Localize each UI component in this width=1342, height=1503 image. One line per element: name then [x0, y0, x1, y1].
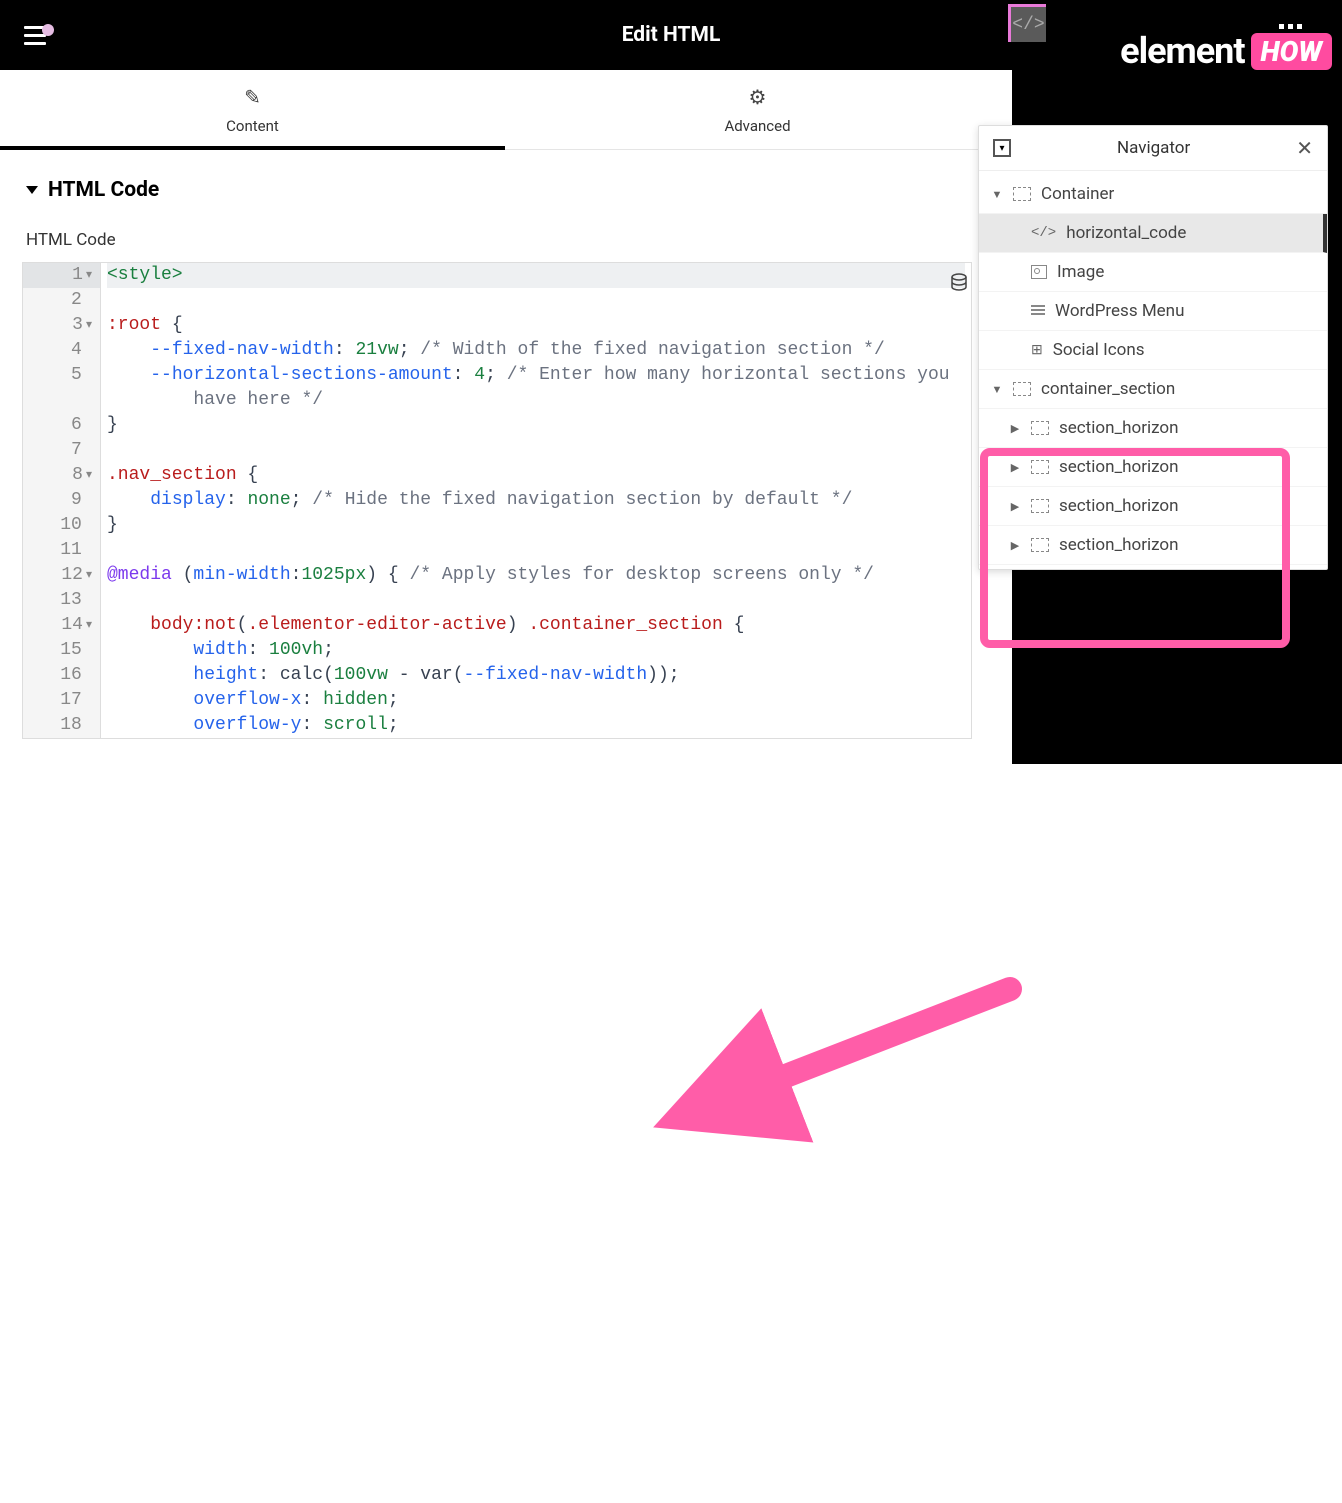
- navigator-item-label: WordPress Menu: [1055, 301, 1184, 321]
- gear-icon: ⚙: [749, 85, 767, 109]
- navigator-title: Navigator: [1011, 138, 1296, 158]
- navigator-item[interactable]: ▶ section_horizon: [979, 487, 1327, 526]
- expand-toggle-icon[interactable]: ▼: [991, 383, 1003, 396]
- navigator-item-label: section_horizon: [1059, 496, 1178, 516]
- navigator-item-label: Social Icons: [1053, 340, 1145, 360]
- navigator-item[interactable]: Image: [979, 253, 1327, 292]
- navigator-item-label: section_horizon: [1059, 535, 1178, 555]
- code-editor[interactable]: 1▾2 3▾4 5 6 7 8▾9 10 11 12▾13 14▾15 16 1…: [22, 262, 972, 739]
- navigator-item-label: Container: [1041, 184, 1114, 204]
- expand-toggle-icon[interactable]: ▶: [1009, 461, 1021, 474]
- collapse-all-button[interactable]: ▾: [993, 139, 1011, 157]
- menu-icon: [1031, 305, 1045, 317]
- tab-content-label: Content: [226, 117, 279, 135]
- expand-toggle-icon[interactable]: ▶: [1009, 422, 1021, 435]
- container-icon: [1031, 538, 1049, 552]
- expand-toggle-icon[interactable]: ▶: [1009, 539, 1021, 552]
- expand-toggle-icon[interactable]: ▶: [1009, 500, 1021, 513]
- line-number-gutter: 1▾2 3▾4 5 6 7 8▾9 10 11 12▾13 14▾15 16 1…: [23, 263, 101, 738]
- tab-advanced[interactable]: ⚙ Advanced: [505, 70, 1010, 149]
- container-icon: [1031, 460, 1049, 474]
- pencil-icon: ✎: [244, 85, 261, 109]
- annotation-arrow: [0, 739, 1342, 1503]
- code-icon: </>: [1008, 4, 1046, 42]
- panel-title: Edit HTML: [622, 23, 721, 47]
- tab-content[interactable]: ✎ Content: [0, 70, 505, 149]
- navigator-item[interactable]: ▶ section_horizon: [979, 448, 1327, 487]
- logo-text-how: HOW: [1251, 33, 1332, 70]
- notification-dot-icon: [42, 24, 54, 36]
- container-icon: [1031, 499, 1049, 513]
- container-icon: [1013, 187, 1031, 201]
- navigator-tree: ▼ Container </> horizontal_code Image WordPre…: [979, 171, 1327, 569]
- navigator-item-label: container_section: [1041, 379, 1175, 399]
- caret-down-icon: [26, 186, 38, 194]
- hamburger-menu-button[interactable]: [0, 26, 70, 45]
- code-icon: </>: [1031, 225, 1056, 241]
- editor-tabs: ✎ Content ⚙ Advanced: [0, 70, 1010, 150]
- expand-toggle-icon[interactable]: ▼: [991, 188, 1003, 201]
- navigator-item[interactable]: ⊞ Social Icons: [979, 331, 1327, 370]
- navigator-panel: ▾ Navigator ✕ ▼ Container </> horizontal_co…: [978, 125, 1328, 570]
- navigator-item-label: horizontal_code: [1066, 223, 1186, 243]
- brand-logo: element HOW: [1120, 30, 1332, 72]
- container-icon: [1013, 382, 1031, 396]
- navigator-item[interactable]: ▼ Container: [979, 175, 1327, 214]
- section-title: HTML Code: [48, 178, 159, 202]
- navigator-item[interactable]: </> horizontal_code: [979, 214, 1327, 253]
- navigator-item[interactable]: ▶ section_horizon: [979, 409, 1327, 448]
- navigator-item-label: Image: [1057, 262, 1104, 282]
- navigator-header: ▾ Navigator ✕: [979, 126, 1327, 171]
- social-icon: ⊞: [1031, 342, 1043, 358]
- tab-advanced-label: Advanced: [724, 117, 790, 135]
- image-icon: [1031, 265, 1047, 279]
- dynamic-data-icon[interactable]: [951, 273, 967, 296]
- navigator-item[interactable]: WordPress Menu: [979, 292, 1327, 331]
- close-navigator-button[interactable]: ✕: [1296, 136, 1313, 160]
- navigator-item-label: section_horizon: [1059, 457, 1178, 477]
- code-text-area[interactable]: <style>:root { --fixed-nav-width: 21vw; …: [101, 263, 971, 738]
- logo-text-element: element: [1120, 30, 1244, 72]
- navigator-item[interactable]: ▶ section_horizon: [979, 526, 1327, 565]
- navigator-item[interactable]: ▼ container_section: [979, 370, 1327, 409]
- navigator-item-label: section_horizon: [1059, 418, 1178, 438]
- container-icon: [1031, 421, 1049, 435]
